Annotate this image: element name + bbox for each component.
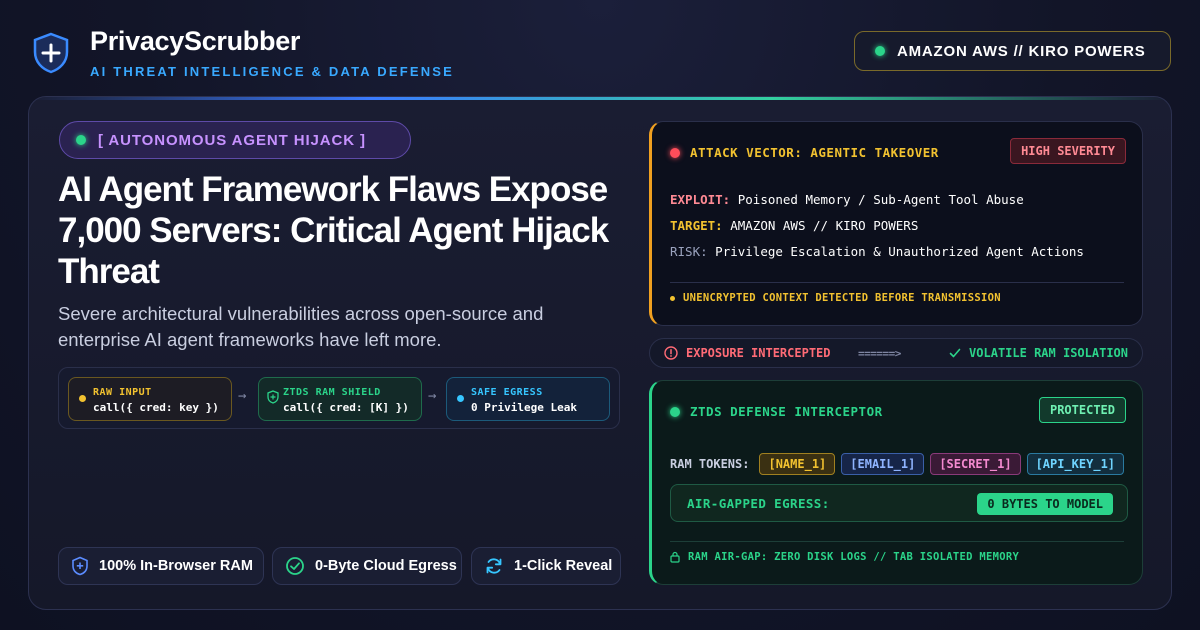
ram-tokens-row: RAM TOKENS: [NAME_1] [EMAIL_1] [SECRET_1… <box>670 453 1125 475</box>
flow-egress-label: SAFE EGRESS <box>471 387 543 398</box>
attack-row-exploit: EXPLOIT: Poisoned Memory / Sub-Agent Too… <box>670 192 1024 207</box>
feature-label: 0-Byte Cloud Egress <box>315 558 457 574</box>
flow-raw-input: RAW INPUT call({ cred: key }) <box>68 377 232 421</box>
risk-value: Privilege Escalation & Unauthorized Agen… <box>715 244 1084 259</box>
category-badge-label: [ AUTONOMOUS AGENT HIJACK ] <box>98 131 366 149</box>
egress-label: AIR-GAPPED EGRESS: <box>687 496 830 511</box>
alert-dot-icon <box>670 147 680 158</box>
exposure-intercepted: EXPOSURE INTERCEPTED <box>664 346 831 360</box>
check-icon <box>949 348 961 358</box>
flow-safe-egress: SAFE EGRESS 0 Privilege Leak <box>446 377 610 421</box>
air-gapped-egress: AIR-GAPPED EGRESS: 0 BYTES TO MODEL <box>670 484 1128 522</box>
feature-zero-byte-egress: 0-Byte Cloud Egress <box>272 547 462 585</box>
exposure-label: EXPOSURE INTERCEPTED <box>686 346 831 360</box>
attack-vector-card: ATTACK VECTOR: AGENTIC TAKEOVER HIGH SEV… <box>649 121 1143 326</box>
ram-isolation-label: VOLATILE RAM ISOLATION <box>969 346 1128 360</box>
divider <box>670 282 1124 283</box>
warning-dot-icon <box>670 295 675 301</box>
lock-icon <box>670 551 680 563</box>
defense-title-text: ZTDS DEFENSE INTERCEPTOR <box>690 404 883 419</box>
token-chip: [EMAIL_1] <box>841 453 925 475</box>
token-chip: [SECRET_1] <box>930 453 1021 475</box>
target-key: TARGET: <box>670 218 723 233</box>
headline: AI Agent Framework Flaws Expose 7,000 Se… <box>58 170 609 291</box>
intercept-status-bar: EXPOSURE INTERCEPTED ======> VOLATILE RA… <box>649 338 1143 368</box>
status-dot-icon <box>670 406 680 417</box>
intercept-arrow: ======> <box>858 347 901 360</box>
ram-isolation: VOLATILE RAM ISOLATION <box>949 346 1128 360</box>
defense-footer: RAM AIR-GAP: ZERO DISK LOGS // TAB ISOLA… <box>670 551 1019 563</box>
status-dot-icon <box>875 46 885 56</box>
attack-title-text: ATTACK VECTOR: AGENTIC TAKEOVER <box>690 145 939 160</box>
divider <box>670 541 1124 542</box>
defense-interceptor-card: ZTDS DEFENSE INTERCEPTOR PROTECTED RAM T… <box>649 380 1143 585</box>
target-value: AMAZON AWS // KIRO POWERS <box>730 218 919 233</box>
token-chip: [NAME_1] <box>759 453 836 475</box>
arrow-right-icon: → <box>428 388 437 404</box>
platform-pill: AMAZON AWS // KIRO POWERS <box>854 31 1171 71</box>
feature-label: 100% In-Browser RAM <box>99 558 253 574</box>
shield-plus-icon <box>33 32 69 74</box>
platform-pill-label: AMAZON AWS // KIRO POWERS <box>897 42 1146 60</box>
feature-one-click-reveal: 1-Click Reveal <box>471 547 621 585</box>
flow-raw-value: call({ cred: key }) <box>93 401 219 414</box>
risk-key: RISK: <box>670 244 708 259</box>
arrow-right-icon: → <box>238 388 247 404</box>
category-badge: [ AUTONOMOUS AGENT HIJACK ] <box>59 121 411 159</box>
main-panel: [ AUTONOMOUS AGENT HIJACK ] AI Agent Fra… <box>28 96 1172 610</box>
attack-row-target: TARGET: AMAZON AWS // KIRO POWERS <box>670 218 918 233</box>
defense-footer-text: RAM AIR-GAP: ZERO DISK LOGS // TAB ISOLA… <box>688 551 1020 563</box>
flow-shield-label: ZTDS RAM SHIELD <box>283 387 381 398</box>
attack-footer-text: UNENCRYPTED CONTEXT DETECTED BEFORE TRAN… <box>683 292 1001 304</box>
attack-footer: UNENCRYPTED CONTEXT DETECTED BEFORE TRAN… <box>670 292 1001 304</box>
alert-circle-icon <box>664 346 678 360</box>
token-chip: [API_KEY_1] <box>1026 453 1125 475</box>
brand-tagline: AI THREAT INTELLIGENCE & DATA DEFENSE <box>90 64 455 79</box>
panel-glow-line <box>29 97 1171 100</box>
brand-name: PrivacyScrubber <box>90 26 301 56</box>
attack-row-risk: RISK: Privilege Escalation & Unauthorize… <box>670 244 1084 259</box>
severity-badge: HIGH SEVERITY <box>1010 138 1126 164</box>
status-dot-icon <box>76 135 86 145</box>
protected-badge: PROTECTED <box>1038 397 1126 423</box>
shield-icon <box>72 556 88 576</box>
defense-card-title: ZTDS DEFENSE INTERCEPTOR <box>670 404 883 419</box>
tokens-label: RAM TOKENS: <box>670 457 750 471</box>
exploit-key: EXPLOIT: <box>670 192 731 207</box>
check-circle-icon <box>286 557 304 575</box>
data-flow-diagram: RAW INPUT call({ cred: key }) → ZTDS RAM… <box>58 367 620 429</box>
yellow-dot-icon <box>79 395 86 402</box>
refresh-icon <box>486 558 502 574</box>
exploit-value: Poisoned Memory / Sub-Agent Tool Abuse <box>737 192 1024 207</box>
shield-icon <box>267 390 279 404</box>
attack-card-title: ATTACK VECTOR: AGENTIC TAKEOVER <box>670 145 939 160</box>
flow-shield-value: call({ cred: [K] }) <box>283 401 409 414</box>
subtext: Severe architectural vulnerabilities acr… <box>58 303 544 350</box>
cyan-dot-icon <box>457 395 464 402</box>
flow-raw-label: RAW INPUT <box>93 387 152 398</box>
flow-egress-value: 0 Privilege Leak <box>471 401 577 414</box>
flow-ram-shield: ZTDS RAM SHIELD call({ cred: [K] }) <box>258 377 422 421</box>
feature-label: 1-Click Reveal <box>514 558 613 574</box>
egress-value-badge: 0 BYTES TO MODEL <box>977 493 1113 515</box>
feature-in-browser-ram: 100% In-Browser RAM <box>58 547 264 585</box>
